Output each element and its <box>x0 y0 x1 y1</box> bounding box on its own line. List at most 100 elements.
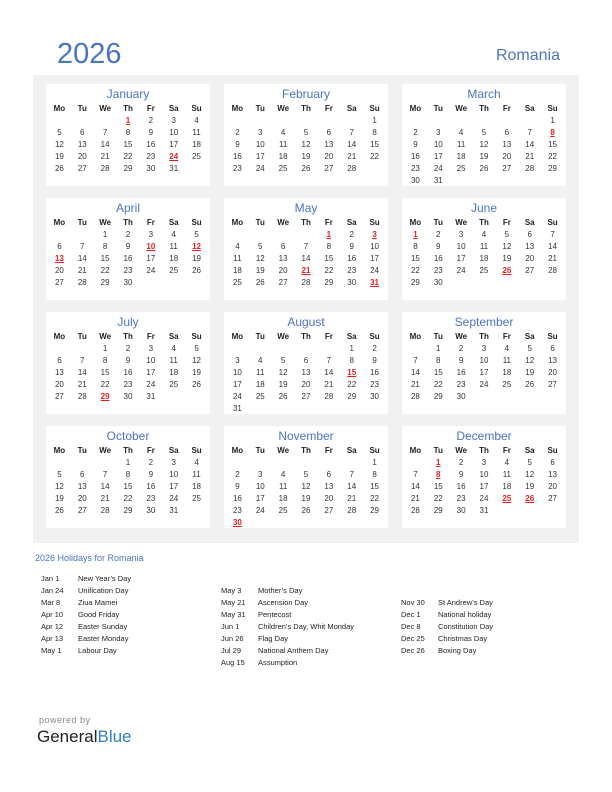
day: 30 <box>146 506 156 515</box>
day: 13 <box>278 254 288 263</box>
day: 15 <box>433 482 443 491</box>
holiday-date: Aug 15 <box>221 658 245 667</box>
months-grid: January Mo Tu We Th Fr Sa Su 1 2 3 4 5 6 7 8 9 10 11 12 13 14… <box>46 84 566 528</box>
generalblue-logo[interactable]: GeneralBlue <box>37 727 132 747</box>
weekday-header: Mo <box>409 218 422 227</box>
day: 13 <box>502 140 512 149</box>
day: 19 <box>301 494 311 503</box>
day: 17 <box>456 254 466 263</box>
weekday-header: Th <box>479 332 489 341</box>
day: 26 <box>278 392 288 401</box>
holiday-item: Dec 8 Constitution Day <box>401 621 493 633</box>
day: 30 <box>123 392 133 401</box>
holiday-item: Jun 26 Flag Day <box>221 633 354 645</box>
weekday-header: Sa <box>346 104 357 113</box>
day: 6 <box>504 128 510 137</box>
weekday-header: Fr <box>146 104 155 113</box>
day: 15 <box>370 482 380 491</box>
weekday-header: Fr <box>324 446 333 455</box>
day: 23 <box>146 494 156 503</box>
day: 23 <box>410 164 420 173</box>
day: 8 <box>413 242 418 251</box>
weekday-header: Th <box>123 446 133 455</box>
day: 29 <box>347 392 357 401</box>
weekday-header: Su <box>547 446 558 455</box>
day: 10 <box>456 242 466 251</box>
day: 11 <box>192 128 201 137</box>
weekday-header: Sa <box>524 332 535 341</box>
weekday-header: Th <box>123 218 133 227</box>
weekday-header: Fr <box>146 446 155 455</box>
day: 14 <box>77 254 87 263</box>
day: 20 <box>548 482 558 491</box>
weekday-header: Fr <box>146 218 155 227</box>
holiday-day: 30 <box>232 518 242 527</box>
day: 18 <box>192 140 202 149</box>
day: 30 <box>347 278 357 287</box>
holiday-name: Flag Day <box>258 634 289 643</box>
holiday-item: Jan 24 Unification Day <box>41 585 131 597</box>
day: 27 <box>54 392 64 401</box>
weekday-header: Tu <box>255 104 265 113</box>
day: 18 <box>169 254 179 263</box>
empty-day <box>48 343 71 355</box>
day: 10 <box>479 470 489 479</box>
holiday-day: 12 <box>192 242 202 251</box>
day: 18 <box>255 380 265 389</box>
weekday-header: We <box>277 446 290 455</box>
day: 30 <box>410 176 420 185</box>
day: 27 <box>278 278 288 287</box>
day: 16 <box>456 482 466 491</box>
day: 2 <box>349 230 354 239</box>
day: 6 <box>550 344 555 353</box>
day: 22 <box>123 152 133 161</box>
day: 19 <box>255 266 265 275</box>
day: 23 <box>146 152 156 161</box>
day: 15 <box>100 368 110 377</box>
empty-day <box>71 343 94 355</box>
day: 21 <box>100 152 110 161</box>
empty-day <box>404 115 427 127</box>
weekday-header: Tu <box>77 446 87 455</box>
weekday-header: Th <box>479 218 489 227</box>
holiday-day: 26 <box>525 494 535 503</box>
day: 10 <box>370 242 380 251</box>
holiday-date: May 31 <box>221 610 246 619</box>
day: 1 <box>550 116 555 125</box>
month-february: February Mo Tu We Th Fr Sa Su 1 2 3 4 5 6 7 8 9 10 11 12 13 1… <box>224 84 388 186</box>
day: 4 <box>504 458 510 467</box>
day: 10 <box>479 356 489 365</box>
day: 2 <box>372 344 377 353</box>
day: 12 <box>301 140 311 149</box>
day: 31 <box>146 392 156 401</box>
day: 12 <box>54 482 64 491</box>
empty-day <box>495 115 518 127</box>
day: 7 <box>80 242 85 251</box>
day: 7 <box>349 470 354 479</box>
month-june: June Mo Tu We Th Fr Sa Su 1 2 3 4 5 6 7 8 9 10 11 12 13 14 15 1… <box>402 198 566 300</box>
day: 26 <box>54 506 64 515</box>
day: 30 <box>456 392 466 401</box>
day: 21 <box>77 266 87 275</box>
day: 11 <box>278 482 288 491</box>
weekday-header: Su <box>369 218 380 227</box>
day: 31 <box>433 176 443 185</box>
weekday-header: Mo <box>409 332 422 341</box>
day: 10 <box>146 356 156 365</box>
day: 7 <box>326 356 332 365</box>
day: 27 <box>502 164 512 173</box>
holiday-date: Jan 1 <box>41 574 60 583</box>
day: 8 <box>372 128 377 137</box>
empty-day <box>48 457 71 469</box>
day: 25 <box>479 266 489 275</box>
weekday-header: Mo <box>53 446 66 455</box>
weekday-header: Mo <box>231 446 244 455</box>
weekday-header: Tu <box>77 218 87 227</box>
holidays-title: 2026 Holidays for Romania <box>35 553 144 563</box>
day: 6 <box>303 356 309 365</box>
day: 15 <box>433 368 443 377</box>
day: 4 <box>258 356 263 365</box>
day: 22 <box>433 494 443 503</box>
day: 11 <box>192 470 201 479</box>
day: 9 <box>372 356 377 365</box>
